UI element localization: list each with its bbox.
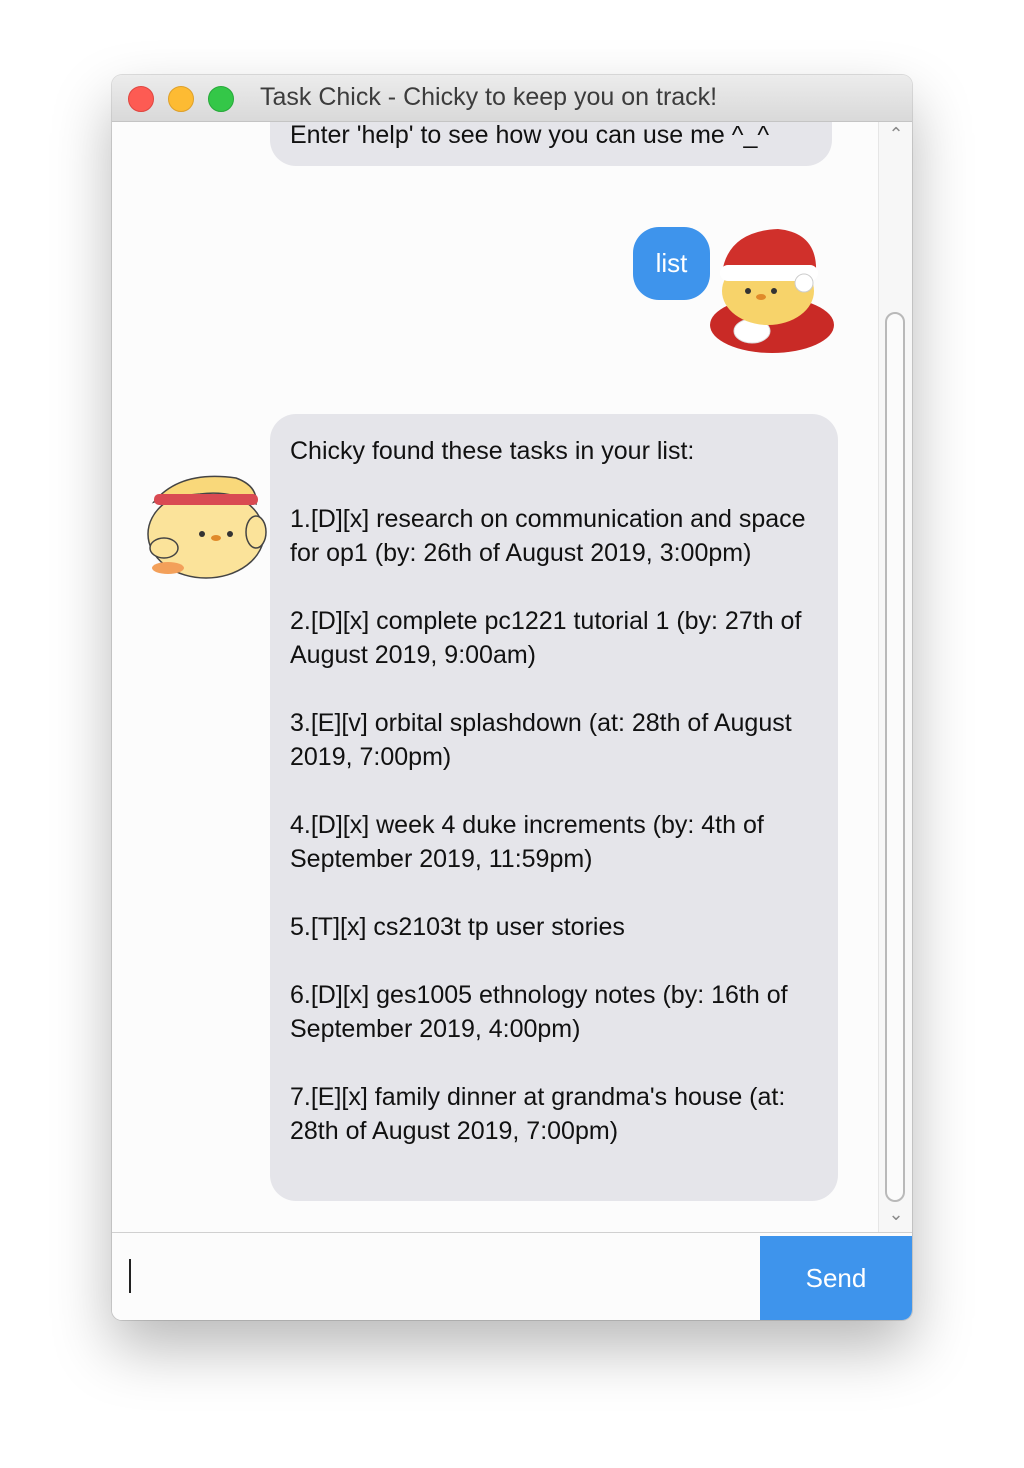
scroll-up-icon[interactable]: ⌃ bbox=[879, 124, 912, 145]
user-message-text: list bbox=[655, 248, 688, 278]
send-button[interactable]: Send bbox=[760, 1236, 912, 1320]
task-item: 7.[E][x] family dinner at grandma's hous… bbox=[290, 1083, 786, 1145]
maximize-window-button[interactable] bbox=[208, 86, 234, 112]
user-message-bubble: list bbox=[633, 227, 710, 300]
title-bar: Task Chick - Chicky to keep you on track… bbox=[112, 75, 912, 122]
task-item: 1.[D][x] research on communication and s… bbox=[290, 505, 806, 567]
text-caret bbox=[129, 1259, 131, 1293]
task-item: 6.[D][x] ges1005 ethnology notes (by: 16… bbox=[290, 981, 788, 1043]
task-item: 2.[D][x] complete pc1221 tutorial 1 (by:… bbox=[290, 607, 802, 669]
task-item: 5.[T][x] cs2103t tp user stories bbox=[290, 913, 625, 941]
santa-chick-icon bbox=[710, 229, 834, 353]
app-window: Task Chick - Chicky to keep you on track… bbox=[112, 75, 912, 1320]
greeting-text: Enter 'help' to see how you can use me ^… bbox=[290, 122, 770, 149]
greeting-bubble: Enter 'help' to see how you can use me ^… bbox=[270, 122, 832, 166]
minimize-window-button[interactable] bbox=[168, 86, 194, 112]
headband-chick-icon bbox=[147, 475, 267, 579]
send-button-label: Send bbox=[805, 1263, 867, 1293]
task-item: 3.[E][v] orbital splashdown (at: 28th of… bbox=[290, 709, 792, 771]
chat-scrollbar[interactable]: ⌃ ⌄ bbox=[878, 122, 912, 1232]
close-window-button[interactable] bbox=[128, 86, 154, 112]
window-title: Task Chick - Chicky to keep you on track… bbox=[260, 83, 718, 111]
chat-area: Enter 'help' to see how you can use me ^… bbox=[112, 122, 878, 1232]
task-item: 4.[D][x] week 4 duke increments (by: 4th… bbox=[290, 811, 764, 873]
scroll-down-icon[interactable]: ⌄ bbox=[879, 1204, 912, 1225]
scroll-thumb[interactable] bbox=[885, 312, 905, 1202]
bot-message-bubble: Chicky found these tasks in your list: 1… bbox=[270, 414, 838, 1201]
bot-intro-text: Chicky found these tasks in your list: bbox=[290, 437, 695, 465]
message-input[interactable] bbox=[112, 1233, 760, 1320]
input-area: Send bbox=[112, 1232, 912, 1320]
